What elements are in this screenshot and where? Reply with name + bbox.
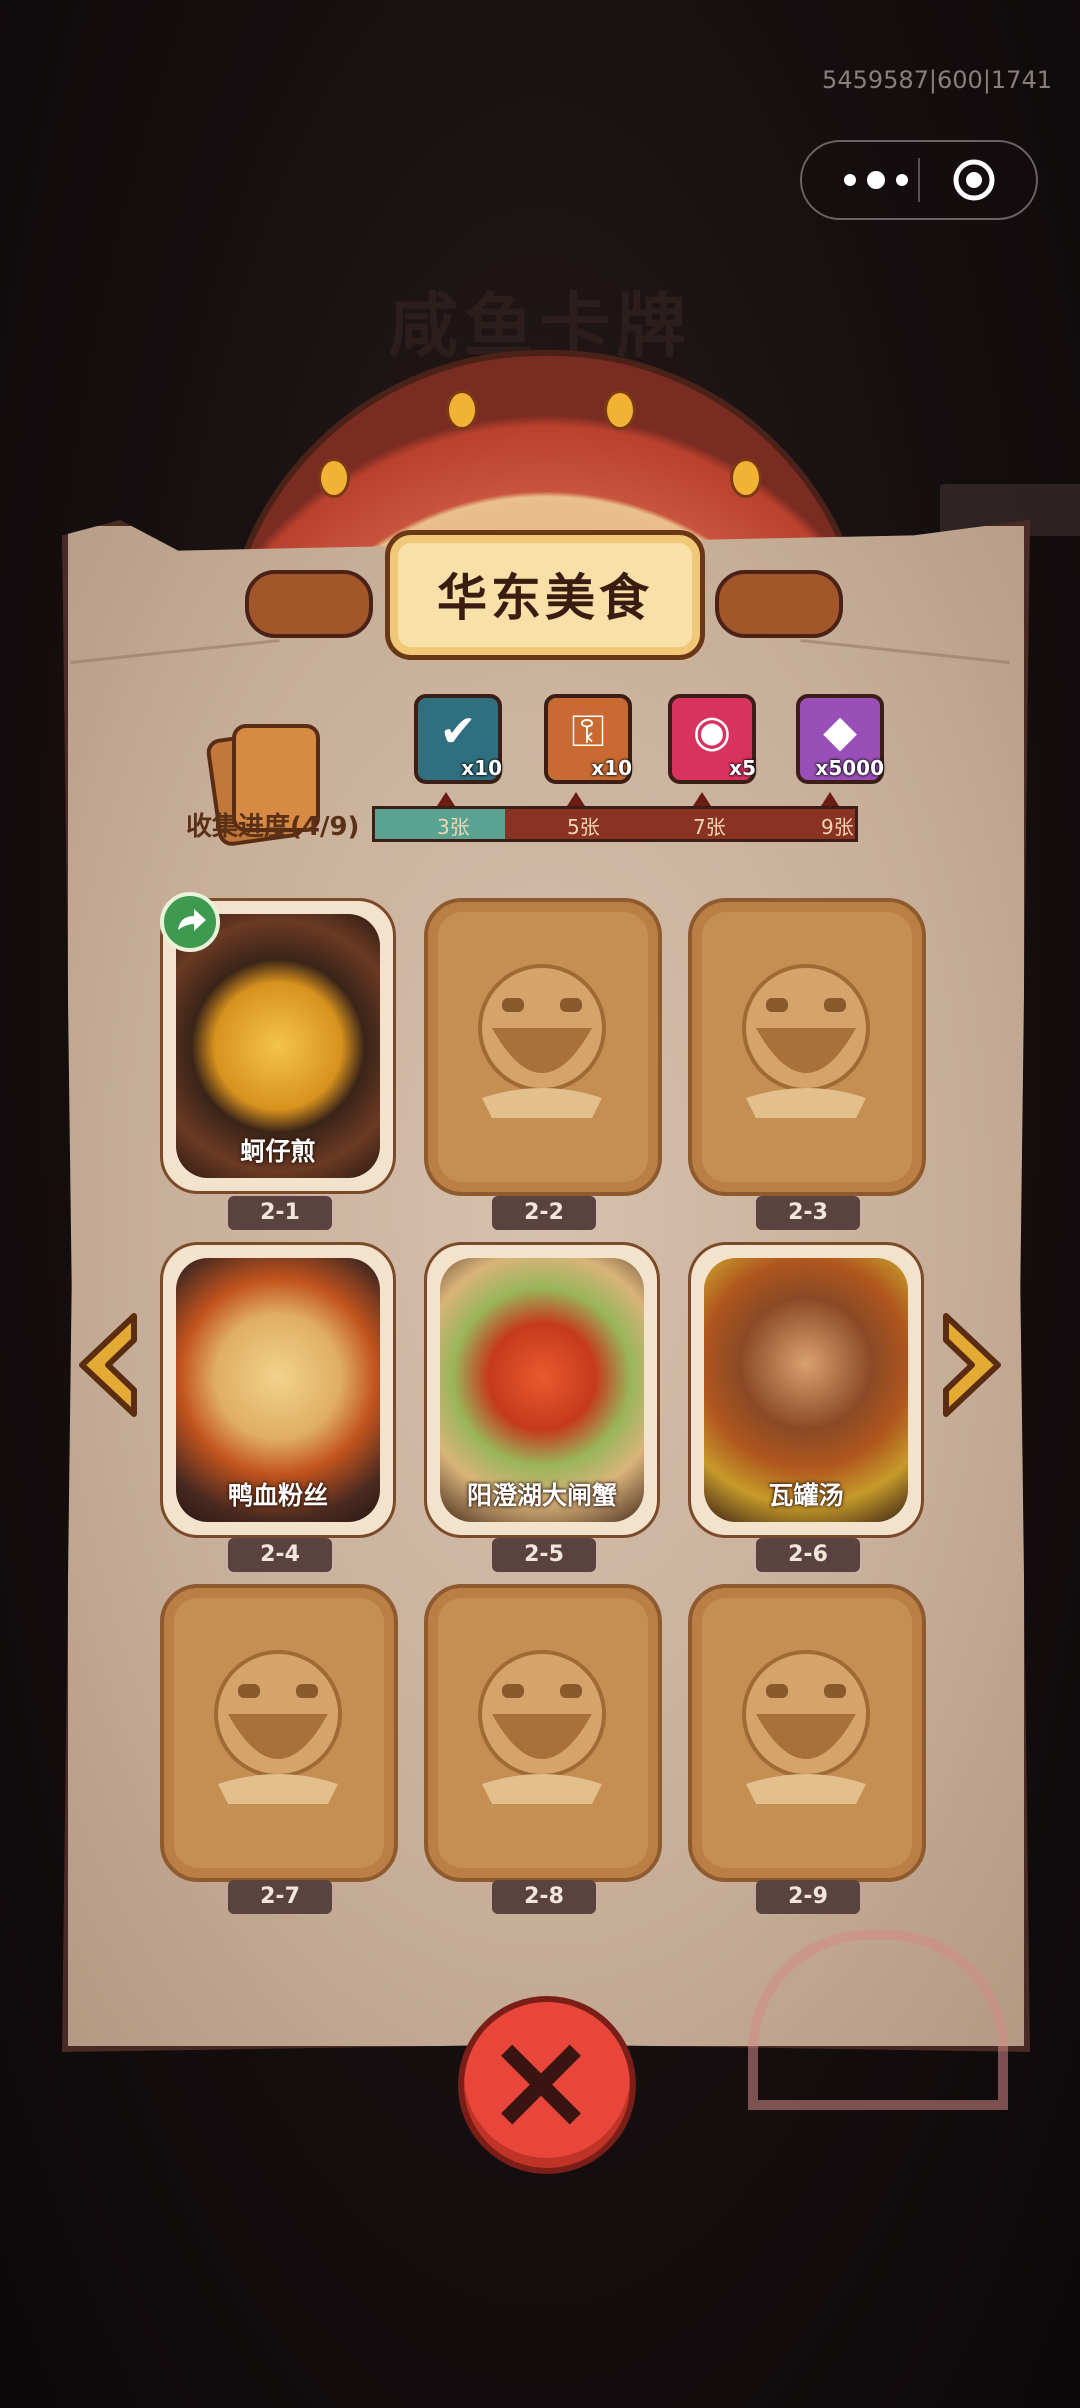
card-2-4[interactable]: 鸭血粉丝: [160, 1242, 396, 1538]
close-button[interactable]: [458, 1996, 636, 2174]
card-2-6[interactable]: 瓦罐汤: [688, 1242, 924, 1538]
card-2-2[interactable]: [424, 898, 662, 1196]
card-id-tag: 2-8: [492, 1880, 596, 1914]
more-icon[interactable]: [836, 164, 916, 196]
system-id-text: 5459587|600|1741: [822, 66, 1052, 94]
card-id-tag: 2-7: [228, 1880, 332, 1914]
card-name: 瓦罐汤: [768, 1481, 844, 1510]
locked-fish-icon: [478, 964, 606, 1118]
reward-crystal[interactable]: ◆ x5000: [796, 694, 884, 784]
card-id-tag: 2-5: [492, 1538, 596, 1572]
card-id-tag: 2-3: [756, 1196, 860, 1230]
card-2-7[interactable]: [160, 1584, 398, 1882]
reward-count: x10: [591, 756, 632, 780]
next-page-arrow-icon[interactable]: [936, 1310, 1008, 1420]
card-2-9[interactable]: [688, 1584, 926, 1882]
reward-scroll[interactable]: ⚿ x10: [544, 694, 632, 784]
locked-fish-icon: [478, 1650, 606, 1804]
crystal-icon: ◆: [823, 706, 857, 757]
reward-chest[interactable]: ✔ x10: [414, 694, 502, 784]
card-name: 蚵仔煎: [240, 1137, 316, 1166]
reward-count: x10: [461, 756, 502, 780]
card-id-tag: 2-1: [228, 1196, 332, 1230]
share-icon[interactable]: [160, 892, 220, 952]
milestone-label: 9张: [821, 815, 854, 839]
arch-stud: [318, 458, 350, 498]
close-icon: [501, 2044, 581, 2125]
title-ribbon: 华东美食: [245, 520, 843, 660]
miniprogram-capsule: [800, 140, 1038, 220]
milestone-label: 5张: [567, 815, 600, 839]
scroll-key-icon: ⚿: [571, 706, 605, 757]
ribbon-log: [715, 570, 843, 638]
card-name: 阳澄湖大闸蟹: [466, 1481, 617, 1510]
reward-orb[interactable]: ◉ x5: [668, 694, 756, 784]
capsule-divider: [918, 158, 920, 202]
card-name: 鸭血粉丝: [227, 1481, 328, 1510]
card-2-3[interactable]: [688, 898, 926, 1196]
collection-progress-label: 收集进度(4/9): [186, 812, 360, 842]
collection-progress-bar: 3张 5张 7张 9张: [372, 806, 858, 842]
arch-stud: [604, 390, 636, 430]
milestone-marker: [567, 792, 585, 806]
card-2-8[interactable]: [424, 1584, 662, 1882]
card-id-tag: 2-2: [492, 1196, 596, 1230]
previous-page-arrow-icon[interactable]: [72, 1310, 144, 1420]
locked-fish-icon: [742, 964, 870, 1118]
locked-fish-icon: [214, 1650, 342, 1804]
locked-fish-icon: [742, 1650, 870, 1804]
card-id-tag: 2-6: [756, 1538, 860, 1572]
arch-stud: [730, 458, 762, 498]
swirl-orb-icon: ◉: [692, 706, 732, 757]
milestone-label: 3张: [437, 815, 470, 839]
card-2-5[interactable]: 阳澄湖大闸蟹: [424, 1242, 660, 1538]
milestone-marker: [821, 792, 839, 806]
reward-count: x5000: [815, 756, 884, 780]
card-id-tag: 2-9: [756, 1880, 860, 1914]
milestone-label: 7张: [693, 815, 726, 839]
milestone-marker: [437, 792, 455, 806]
close-miniprogram-icon[interactable]: [952, 158, 996, 202]
treasure-chest-check-icon: ✔: [439, 706, 477, 757]
milestone-marker: [693, 792, 711, 806]
arch-stud: [446, 390, 478, 430]
reward-count: x5: [729, 756, 756, 780]
card-id-tag: 2-4: [228, 1538, 332, 1572]
ribbon-log: [245, 570, 373, 638]
panel-title: 华东美食: [437, 568, 653, 627]
